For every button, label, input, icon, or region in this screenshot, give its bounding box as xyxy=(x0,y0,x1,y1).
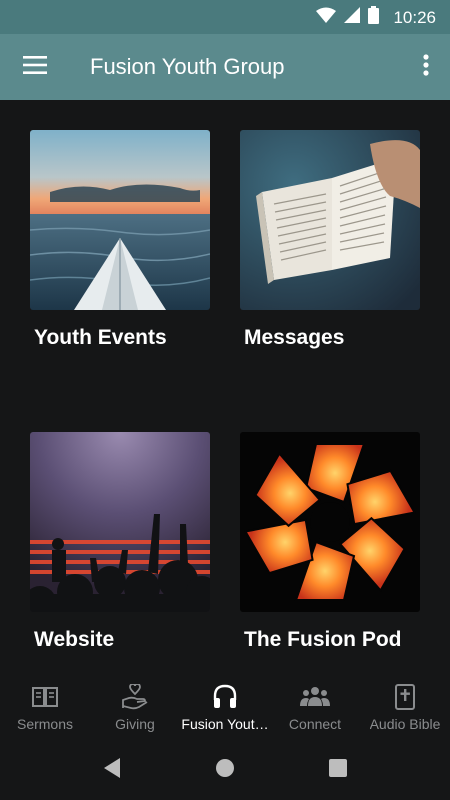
recents-icon xyxy=(329,758,347,782)
recents-button[interactable] xyxy=(324,756,352,784)
people-group-icon xyxy=(300,682,330,712)
nav-item-sermons[interactable]: Sermons xyxy=(0,672,90,740)
bible-cross-icon xyxy=(390,682,420,712)
nav-item-connect[interactable]: Connect xyxy=(270,672,360,740)
giving-hand-heart-icon xyxy=(120,682,150,712)
nav-label: Fusion Yout… xyxy=(181,716,269,732)
headphones-icon xyxy=(210,682,240,712)
fusion-pod-logo xyxy=(240,432,420,612)
bottom-navigation: Sermons Giving Fusion Yout… Connect Audi… xyxy=(0,672,450,740)
tile-messages[interactable]: Messages xyxy=(240,130,422,350)
nav-item-fusion-youth[interactable]: Fusion Yout… xyxy=(180,672,270,740)
open-bible-photo xyxy=(240,130,420,310)
nav-label: Connect xyxy=(288,716,342,732)
nav-item-audio-bible[interactable]: Audio Bible xyxy=(360,672,450,740)
tile-label: Website xyxy=(34,628,115,651)
status-icons: 10:26 xyxy=(316,6,436,29)
app-title: Fusion Youth Group xyxy=(90,54,285,79)
concert-crowd-photo xyxy=(30,432,210,612)
nav-label: Giving xyxy=(115,716,155,732)
wifi-icon xyxy=(316,7,337,28)
status-bar: 10:26 xyxy=(0,0,450,34)
system-navigation-bar xyxy=(0,740,450,800)
status-time: 10:26 xyxy=(393,7,436,27)
content-grid: Youth Events Messages Website The Fusion… xyxy=(0,100,450,672)
nav-label: Audio Bible xyxy=(369,716,441,732)
signal-icon xyxy=(344,7,361,28)
book-icon xyxy=(30,682,60,712)
tile-label: The Fusion Pod xyxy=(244,628,402,651)
tile-youth-events[interactable]: Youth Events xyxy=(30,130,212,350)
home-button[interactable] xyxy=(211,756,239,784)
more-vert-icon xyxy=(423,53,429,81)
tile-fusion-pod[interactable]: The Fusion Pod xyxy=(240,432,422,652)
app-bar: Fusion Youth Group xyxy=(0,34,450,100)
back-button[interactable] xyxy=(98,756,126,784)
nav-label: Sermons xyxy=(16,716,74,732)
hamburger-menu-icon xyxy=(23,55,47,79)
tile-website[interactable]: Website xyxy=(30,432,212,652)
back-icon xyxy=(102,757,122,784)
tile-label: Messages xyxy=(244,326,345,349)
tile-label: Youth Events xyxy=(34,326,167,349)
menu-button[interactable] xyxy=(18,51,52,83)
more-options-button[interactable] xyxy=(416,51,436,83)
nav-item-giving[interactable]: Giving xyxy=(90,672,180,740)
kayak-on-lake-photo xyxy=(30,130,210,310)
battery-icon xyxy=(368,6,380,29)
home-icon xyxy=(215,758,235,783)
